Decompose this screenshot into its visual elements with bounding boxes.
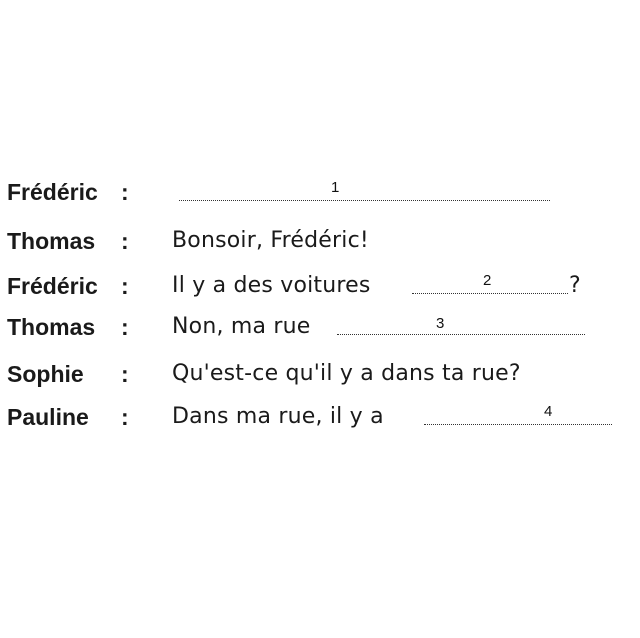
speaker-colon: : [121,404,129,430]
dialogue-text: Non, ma rue [172,314,311,339]
answer-blank-1[interactable] [179,200,550,201]
speaker-name: Thomas [7,228,96,254]
speaker-colon: : [121,314,129,340]
answer-blank-3[interactable] [337,334,585,335]
speaker-name: Frédéric [7,273,98,299]
dialogue-text: Qu'est-ce qu'il y a dans ta rue? [172,361,521,386]
dialogue-line-3: Frédéric : Il y a des voitures 2 ? [0,271,640,301]
speaker-colon: : [121,179,129,205]
dialogue-text: Bonsoir, Frédéric! [172,228,369,253]
speaker-colon: : [121,228,129,254]
blank-number: 2 [483,272,492,289]
speaker-colon: : [121,273,129,299]
speaker-name: Frédéric [7,179,98,205]
speaker-name: Thomas [7,314,96,340]
dialogue-text: Dans ma rue, il y a [172,404,384,429]
speaker-name: Pauline [7,404,89,430]
dialogue-line-2: Thomas : Bonsoir, Frédéric! [0,226,640,256]
answer-blank-4[interactable] [424,424,612,425]
exercise-page: { "dialogue": [ {"speaker": "Frédéric", … [0,0,640,638]
speaker-colon: : [121,361,129,387]
dialogue-line-5: Sophie : Qu'est-ce qu'il y a dans ta rue… [0,359,640,389]
dialogue-line-1: Frédéric : 1 [0,177,640,207]
dialogue-line-4: Thomas : Non, ma rue 3 [0,312,640,342]
dialogue-line-6: Pauline : Dans ma rue, il y a 4 [0,402,640,432]
answer-blank-2[interactable] [412,293,568,294]
dialogue-text: Il y a des voitures [172,273,371,298]
blank-number: 4 [544,403,553,420]
question-mark: ? [569,273,581,298]
speaker-name: Sophie [7,361,84,387]
blank-number: 1 [331,179,340,196]
blank-number: 3 [436,315,445,332]
